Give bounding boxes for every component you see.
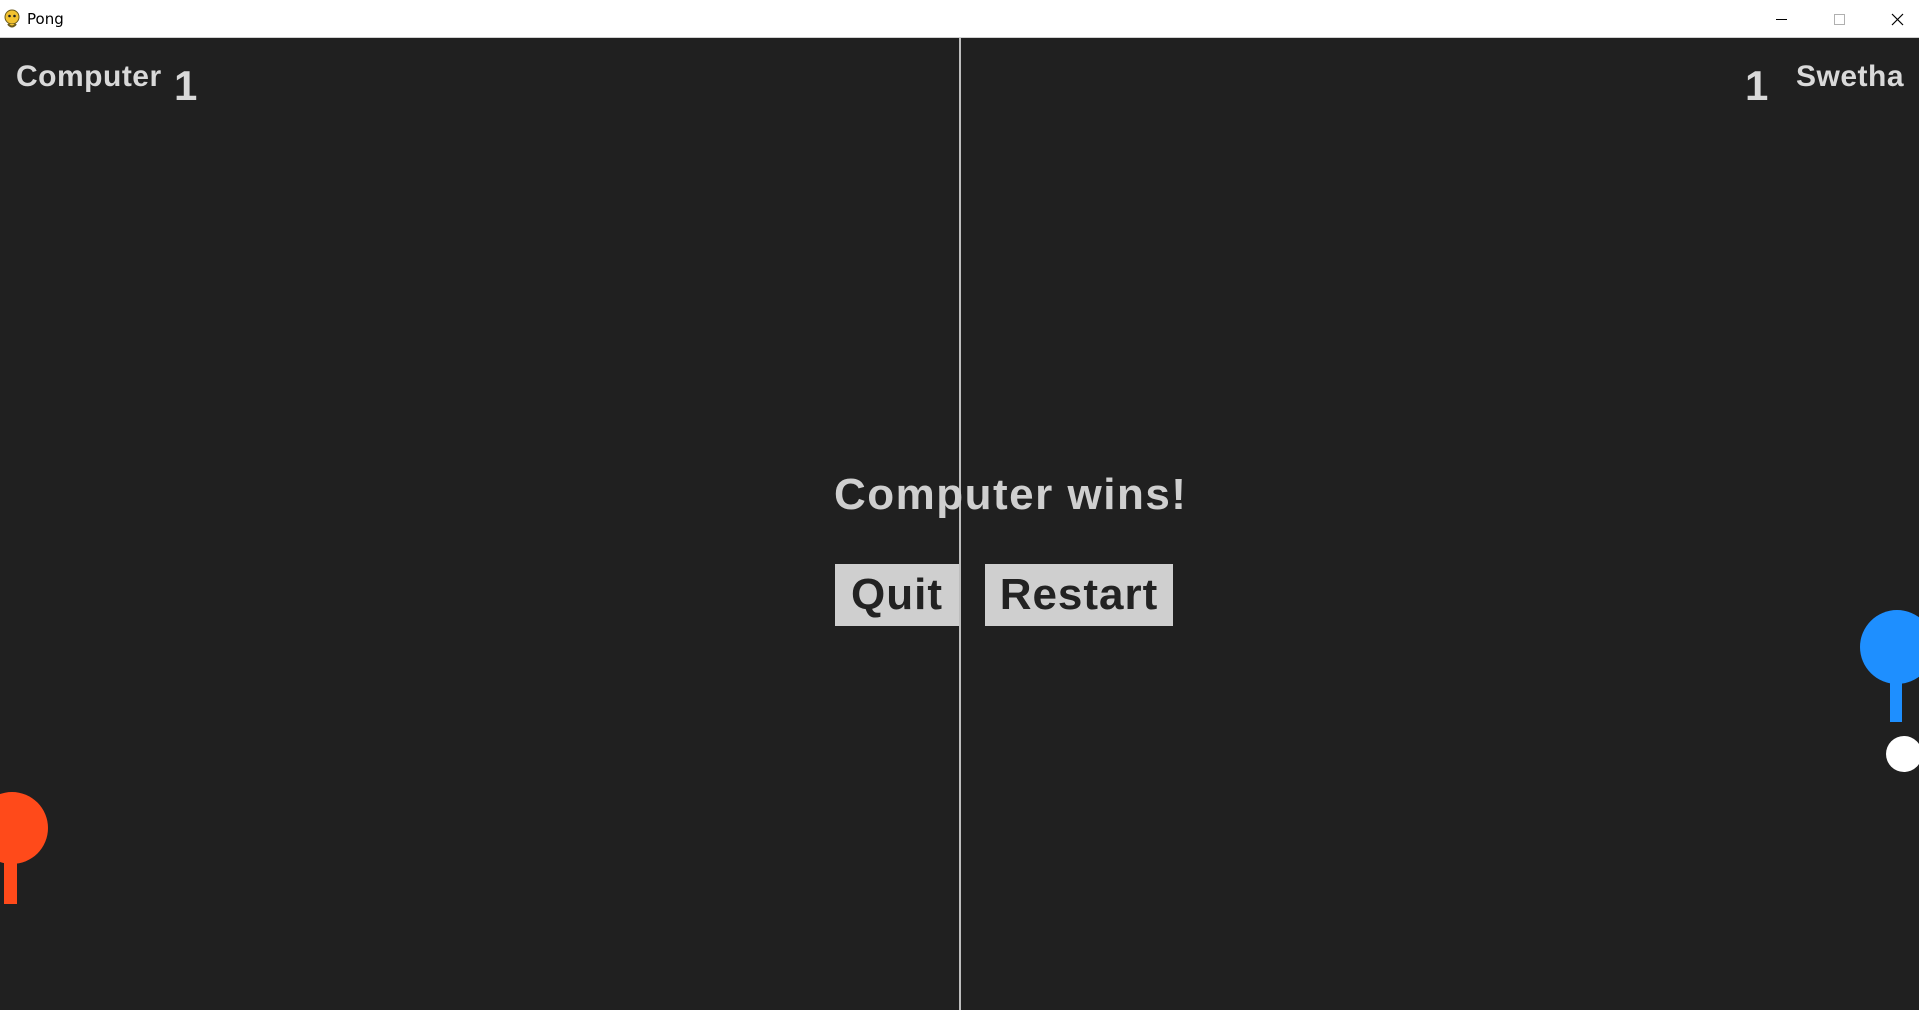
minimize-icon: [1776, 19, 1787, 20]
pong-window: Pong Computer 1 1 Swetha Computer wins! …: [0, 0, 1919, 1010]
right-paddle-head: [1860, 610, 1919, 684]
center-net-line: [959, 38, 961, 1010]
ball: [1886, 736, 1919, 772]
maximize-button[interactable]: [1811, 0, 1868, 38]
left-player-name: Computer: [16, 60, 162, 93]
right-paddle-handle: [1890, 674, 1902, 722]
close-button[interactable]: [1869, 0, 1919, 38]
title-bar[interactable]: Pong: [0, 0, 1919, 38]
winner-message: Computer wins!: [834, 470, 1188, 519]
game-canvas[interactable]: Computer 1 1 Swetha Computer wins! Quit …: [0, 38, 1919, 1010]
pygame-snake-icon: [3, 9, 21, 29]
left-player-score: 1: [174, 62, 198, 109]
restart-button[interactable]: Restart: [985, 564, 1173, 626]
right-player-score: 1: [1745, 62, 1769, 109]
left-paddle-handle: [4, 854, 17, 904]
right-player-name: Swetha: [1795, 60, 1904, 93]
maximize-icon: [1834, 14, 1845, 25]
window-title: Pong: [27, 10, 64, 28]
close-icon: [1891, 13, 1904, 26]
quit-button[interactable]: Quit: [835, 564, 959, 626]
minimize-button[interactable]: [1753, 0, 1810, 38]
